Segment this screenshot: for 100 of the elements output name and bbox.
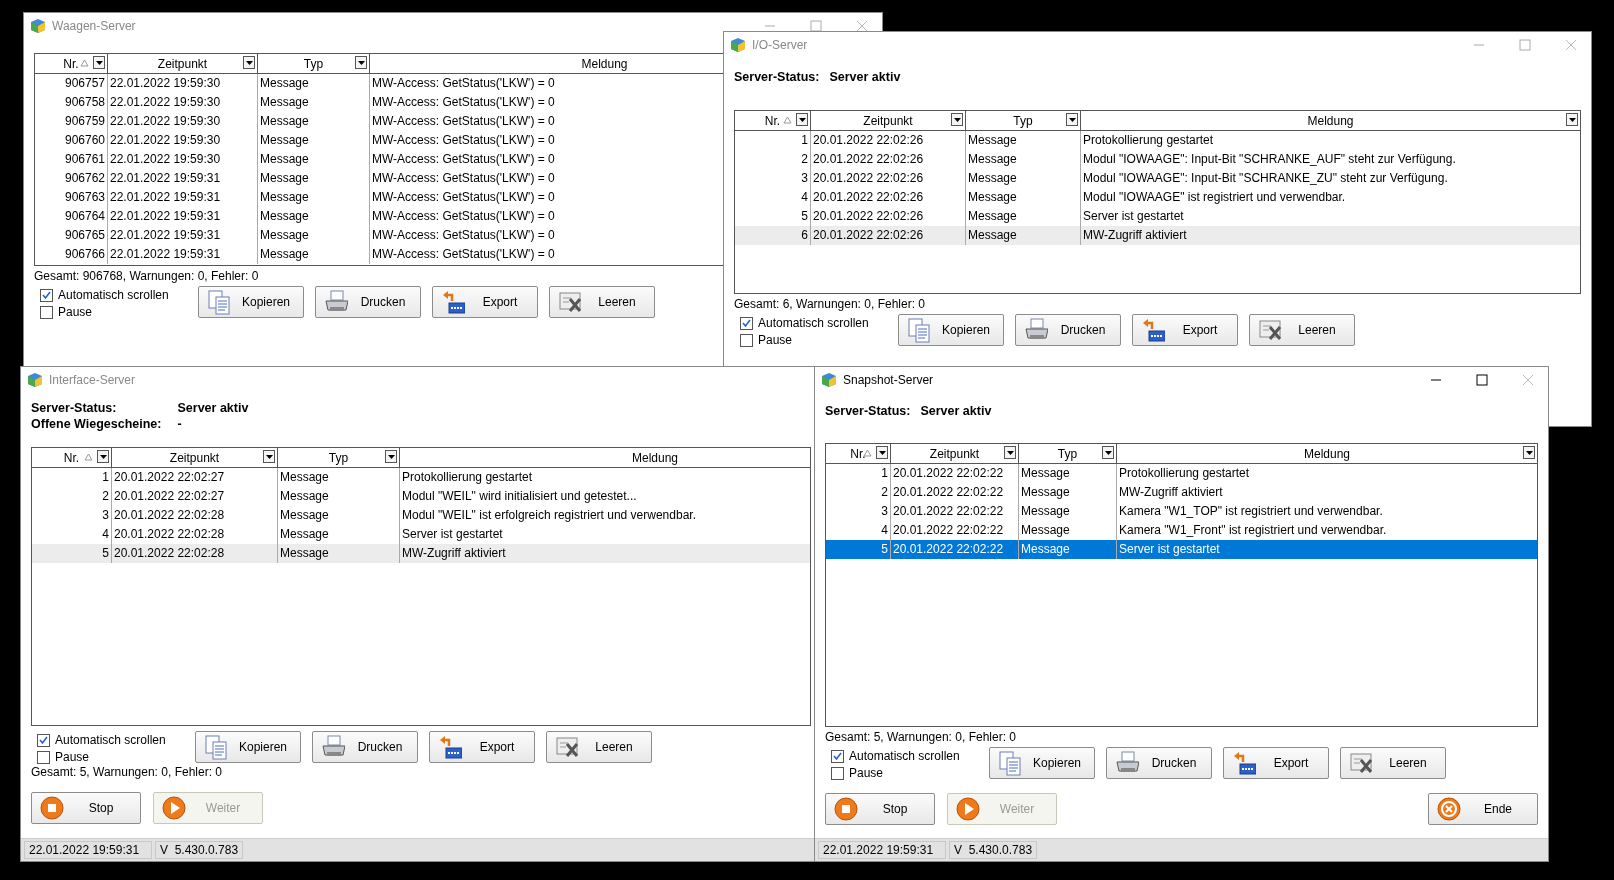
column-header[interactable]: Meldung <box>400 448 810 467</box>
column-header[interactable]: Zeitpunkt <box>112 448 278 467</box>
table-cell: 20.01.2022 22:02:28 <box>112 544 278 563</box>
dropdown-button[interactable] <box>876 446 888 459</box>
dropdown-button[interactable] <box>951 113 963 126</box>
toolbar-button[interactable]: Drucken <box>1015 314 1121 346</box>
checkbox[interactable] <box>831 749 844 763</box>
toolbar-button[interactable]: Export <box>432 286 538 318</box>
column-header[interactable]: Typ <box>966 111 1081 130</box>
toolbar-button[interactable]: Kopieren <box>198 286 304 318</box>
toolbar-button[interactable]: Kopieren <box>898 314 1004 346</box>
dropdown-button[interactable] <box>263 450 275 463</box>
table-cell: 3 <box>826 502 891 521</box>
dropdown-button[interactable] <box>97 450 109 463</box>
selected-row[interactable]: 5 20.01.2022 22:02:22 Message Server ist gestartet <box>826 540 1537 559</box>
checkbox[interactable] <box>740 333 753 347</box>
column-title: Meldung <box>1307 113 1354 128</box>
checkbox-label[interactable]: Pause <box>58 305 93 319</box>
play-icon <box>162 796 186 820</box>
column-header[interactable]: Nr. <box>35 54 108 73</box>
checkbox[interactable] <box>40 305 53 319</box>
toolbar-button[interactable]: Leeren <box>546 731 652 763</box>
column-header[interactable]: Typ <box>1019 444 1117 463</box>
table-cell: Message <box>258 112 370 131</box>
checkbox-label[interactable]: Pause <box>758 333 793 347</box>
summary-text: Gesamt: 906768, Warnungen: 0, Fehler: 0 <box>34 268 260 284</box>
table-cell-text: MW-Access: GetStatus('LKW') = 0 <box>371 189 556 206</box>
table-cell: 6 <box>735 226 811 245</box>
dropdown-button[interactable] <box>243 56 255 69</box>
checkbox[interactable] <box>37 750 50 764</box>
toolbar-button[interactable]: Export <box>1223 747 1329 779</box>
toolbar-button[interactable]: Export <box>1132 314 1238 346</box>
close-icon[interactable] <box>856 20 868 32</box>
dropdown-button[interactable] <box>355 56 367 69</box>
column-header[interactable]: Typ <box>278 448 400 467</box>
checkbox-label[interactable]: Automatisch scrollen <box>55 733 166 747</box>
table-cell-text: MW-Access: GetStatus('LKW') = 0 <box>371 94 556 111</box>
toolbar-button[interactable]: Kopieren <box>195 731 301 763</box>
toolbar-button[interactable]: Drucken <box>315 286 421 318</box>
column-header[interactable]: Nr. <box>826 444 891 463</box>
action-button[interactable]: Stop <box>31 792 141 824</box>
selected-row[interactable]: 5 20.01.2022 22:02:28 Message MW-Zugriff aktiviert <box>32 544 810 563</box>
column-header[interactable]: Zeitpunkt <box>811 111 966 130</box>
toolbar-button[interactable]: Kopieren <box>989 747 1095 779</box>
app-icon <box>27 372 43 388</box>
checkbox[interactable] <box>740 316 753 330</box>
checkbox-label[interactable]: Automatisch scrollen <box>58 288 169 302</box>
dropdown-button[interactable] <box>1004 446 1016 459</box>
table-cell: 1 <box>735 131 811 150</box>
dropdown-button[interactable] <box>1523 446 1535 459</box>
table-cell: 5 <box>32 544 112 563</box>
column-header[interactable]: Meldung <box>1117 444 1537 463</box>
table-cell: 22.01.2022 19:59:31 <box>108 226 258 245</box>
maximize-icon[interactable] <box>1476 374 1488 386</box>
checkbox[interactable] <box>831 766 844 780</box>
status-label: Server-Status: <box>734 70 820 84</box>
column-header[interactable]: Zeitpunkt <box>108 54 258 73</box>
window-title: Snapshot-Server <box>843 373 935 387</box>
action-button[interactable]: Ende <box>1428 793 1538 825</box>
table-cell: 906766 <box>35 245 108 264</box>
column-header[interactable]: Typ <box>258 54 370 73</box>
dropdown-button[interactable] <box>385 450 397 463</box>
table-cell: 1 <box>32 468 112 487</box>
table-cell-text: MW-Access: GetStatus('LKW') = 0 <box>371 227 556 244</box>
column-header[interactable]: Nr. <box>32 448 112 467</box>
caret-icon <box>245 60 253 65</box>
table-cell: 20.01.2022 22:02:27 <box>112 487 278 506</box>
toolbar-button[interactable]: Leeren <box>1249 314 1355 346</box>
dropdown-button[interactable] <box>796 113 808 126</box>
status-panel: 22.01.2022 19:59:31 <box>818 841 946 859</box>
table-cell: Message <box>966 188 1081 207</box>
checkbox-label[interactable]: Automatisch scrollen <box>758 316 869 330</box>
dropdown-button[interactable] <box>1102 446 1114 459</box>
table-cell: 20.01.2022 22:02:26 <box>811 226 966 245</box>
status-value: Server aktiv <box>829 70 901 84</box>
toolbar-button[interactable]: Leeren <box>1340 747 1446 779</box>
dropdown-button[interactable] <box>1566 113 1578 126</box>
column-title: Typ <box>1057 446 1078 461</box>
table-cell: 22.01.2022 19:59:30 <box>108 93 258 112</box>
caret-icon <box>387 454 395 459</box>
column-header[interactable]: Zeitpunkt <box>891 444 1019 463</box>
table-cell-text: Modul "IOWAAGE": Input-Bit "SCHRANKE_AUF" steht zur Verfügung. <box>1082 151 1457 168</box>
column-header[interactable]: Meldung <box>1081 111 1580 130</box>
toolbar-button[interactable]: Export <box>429 731 535 763</box>
checkbox-label[interactable]: Pause <box>55 750 90 764</box>
toolbar-button[interactable]: Drucken <box>1106 747 1212 779</box>
dropdown-button[interactable] <box>1066 113 1078 126</box>
toolbar-button[interactable]: Leeren <box>549 286 655 318</box>
table-cell: 2 <box>735 150 811 169</box>
checkbox-label[interactable]: Pause <box>849 766 884 780</box>
selected-row[interactable]: 6 20.01.2022 22:02:26 Message MW-Zugriff aktiviert <box>735 226 1580 245</box>
action-button[interactable]: Stop <box>825 793 935 825</box>
toolbar-button[interactable]: Drucken <box>312 731 418 763</box>
checkbox-label[interactable]: Automatisch scrollen <box>849 749 960 763</box>
checkbox[interactable] <box>37 733 50 747</box>
window-title: Waagen-Server <box>52 19 137 33</box>
column-header[interactable]: Meldung <box>370 54 723 73</box>
column-header[interactable]: Nr. <box>735 111 811 130</box>
checkbox[interactable] <box>40 288 53 302</box>
dropdown-button[interactable] <box>93 56 105 69</box>
